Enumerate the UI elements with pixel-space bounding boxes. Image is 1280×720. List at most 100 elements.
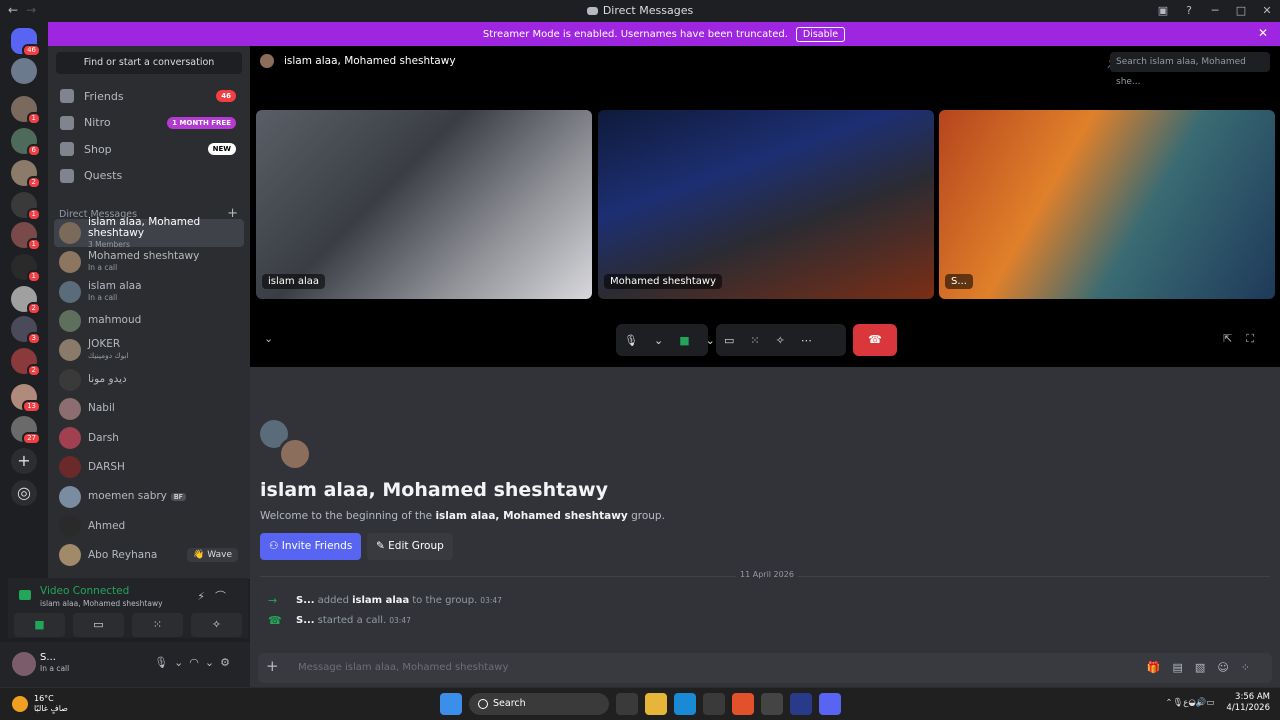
emoji-icon[interactable]: ☺ — [1217, 661, 1240, 674]
file-explorer-icon[interactable] — [645, 693, 667, 715]
store-icon[interactable] — [703, 693, 725, 715]
screen-share-icon[interactable]: ▭ — [716, 334, 742, 347]
message-composer[interactable]: + Message islam alaa, Mohamed sheshtawy … — [258, 653, 1272, 683]
maximize-button[interactable]: □ — [1228, 0, 1254, 22]
dm-item[interactable]: JOKER ابوك دومينيك — [54, 336, 244, 364]
activity-button[interactable]: ⁙ — [132, 613, 183, 637]
server-icon[interactable]: 3 — [11, 316, 41, 345]
server-icon[interactable]: 1 — [11, 254, 41, 283]
dm-item[interactable]: islam alaa, Mohamed sheshtawy 3 Members — [54, 216, 244, 249]
collapse-chevron-icon[interactable]: ⌄ — [264, 332, 273, 345]
weather-widget[interactable]: 16°C صافٍ غالبًا — [12, 694, 68, 714]
discord-taskbar-icon[interactable] — [819, 693, 841, 715]
video-tile[interactable]: S... — [939, 110, 1275, 299]
more-options-icon[interactable]: ⋯ — [793, 334, 820, 347]
mic-toggle-icon[interactable]: 🎙 — [616, 334, 646, 347]
windows-start-icon[interactable] — [440, 693, 462, 715]
headphones-chevron-icon[interactable]: ⌄ — [205, 656, 220, 669]
nav-item-quests[interactable]: Quests — [56, 164, 242, 188]
unread-badge: 46 — [22, 44, 41, 57]
hang-up-button[interactable]: ☎ — [853, 324, 897, 356]
close-button[interactable]: ✕ — [1254, 0, 1280, 22]
user-name[interactable]: S... — [40, 652, 56, 663]
search-input[interactable]: Search islam alaa, Mohamed she... — [1110, 52, 1270, 87]
headphones-icon[interactable]: ◠ — [189, 656, 205, 669]
edit-group-button[interactable]: ✎ Edit Group — [367, 533, 453, 560]
edge-icon[interactable] — [674, 693, 696, 715]
user-avatar[interactable] — [12, 652, 36, 676]
brave-icon[interactable] — [732, 693, 754, 715]
dm-item[interactable]: ديدو مونا — [54, 366, 244, 394]
discord-home-icon[interactable]: 46 — [11, 28, 41, 57]
add-server-icon[interactable]: + — [11, 448, 37, 474]
camera-toggle-icon[interactable]: ■ — [671, 334, 697, 347]
mic-options-icon[interactable]: ⌄ — [646, 334, 671, 347]
discover-icon[interactable]: ◎ — [11, 480, 37, 506]
disable-streamer-button[interactable]: Disable — [795, 26, 846, 42]
server-icon[interactable]: 2 — [11, 348, 41, 377]
server-icon[interactable]: 6 — [11, 128, 41, 157]
nav-item-friends[interactable]: Friends 46 — [56, 84, 242, 108]
dm-item[interactable]: Mohamed sheshtawy In a call — [54, 248, 244, 276]
dm-item[interactable]: mahmoud — [54, 307, 244, 335]
fullscreen-icon[interactable]: ⛶ — [1246, 332, 1268, 345]
ea-app-icon[interactable] — [790, 693, 812, 715]
dm-item[interactable]: Abo Reyhana 👋 Wave — [54, 541, 244, 569]
inbox-icon[interactable]: ▣ — [1150, 0, 1176, 22]
dm-item[interactable]: Ahmed — [54, 512, 244, 540]
server-icon[interactable] — [11, 58, 37, 84]
server-icon[interactable]: 13 — [11, 384, 41, 413]
mic-chevron-icon[interactable]: ⌄ — [174, 656, 189, 669]
dm-name: Mohamed sheshtawy — [88, 250, 200, 263]
server-icon[interactable]: 1 — [11, 192, 41, 221]
gift-icon[interactable]: 🎁 — [1147, 661, 1173, 674]
minimize-button[interactable]: ─ — [1202, 0, 1228, 22]
noise-suppression-icon[interactable]: ⚡ — [197, 590, 215, 603]
gif-icon[interactable]: ▤ — [1173, 661, 1195, 674]
video-tile[interactable]: islam alaa — [256, 110, 592, 299]
mic-icon[interactable]: 🎙 — [154, 656, 174, 669]
clock[interactable]: 3:56 AM 4/11/2026 — [1226, 692, 1270, 714]
soundboard-icon[interactable]: ✧ — [768, 334, 793, 347]
dm-item[interactable]: DARSH — [54, 453, 244, 481]
apps-icon[interactable]: ⁘ — [1241, 661, 1262, 674]
soundboard-button[interactable]: ✧ — [191, 613, 242, 637]
dm-item[interactable]: moemen sabry BF — [54, 483, 244, 511]
server-icon[interactable]: 1 — [11, 96, 41, 125]
help-icon[interactable]: ? — [1176, 0, 1202, 22]
taskbar-search[interactable]: Search — [469, 693, 609, 715]
battery-icon[interactable]: ▭ — [1206, 698, 1214, 708]
disconnect-icon[interactable]: ⌒ — [215, 590, 236, 603]
signal-icon[interactable] — [19, 590, 31, 600]
chrome-icon[interactable] — [761, 693, 783, 715]
nav-item-shop[interactable]: Shop NEW — [56, 137, 242, 161]
voice-status[interactable]: Video Connected — [40, 585, 129, 597]
dm-item[interactable]: islam alaa In a call — [54, 278, 244, 306]
tray-mic-icon[interactable]: 🎙 — [1172, 698, 1183, 708]
group-description: Welcome to the beginning of the islam al… — [260, 510, 665, 522]
network-icon[interactable]: ◒ — [1188, 698, 1195, 708]
sticker-icon[interactable]: ▧ — [1195, 661, 1217, 674]
dismiss-banner-icon[interactable]: ✕ — [1258, 26, 1268, 40]
camera-button[interactable]: ■ — [14, 613, 65, 637]
taskbar-apps: Search — [440, 693, 841, 715]
dm-item[interactable]: Darsh — [54, 424, 244, 452]
server-icon[interactable]: 2 — [11, 286, 41, 315]
task-view-icon[interactable] — [616, 693, 638, 715]
activities-icon[interactable]: ⁙ — [742, 334, 767, 347]
screen-share-button[interactable]: ▭ — [73, 613, 124, 637]
invite-friends-button[interactable]: ⚇ Invite Friends — [260, 533, 362, 560]
settings-gear-icon[interactable]: ⚙ — [220, 656, 236, 669]
dm-item[interactable]: Nabil — [54, 395, 244, 423]
video-tile[interactable]: Mohamed sheshtawy — [598, 110, 934, 299]
server-icon[interactable]: 2 — [11, 160, 41, 189]
wave-button[interactable]: 👋 Wave — [187, 548, 238, 563]
find-conversation-button[interactable]: Find or start a conversation — [56, 52, 242, 74]
volume-icon[interactable]: 🔊 — [1196, 698, 1207, 708]
attach-plus-icon[interactable]: + — [266, 657, 279, 675]
server-icon[interactable]: 27 — [11, 416, 41, 445]
popout-icon[interactable]: ⇱ — [1223, 332, 1246, 345]
nav-item-nitro[interactable]: Nitro 1 MONTH FREE — [56, 111, 242, 135]
server-icon[interactable]: 1 — [11, 222, 41, 251]
composer-placeholder: Message islam alaa, Mohamed sheshtawy — [298, 662, 509, 673]
